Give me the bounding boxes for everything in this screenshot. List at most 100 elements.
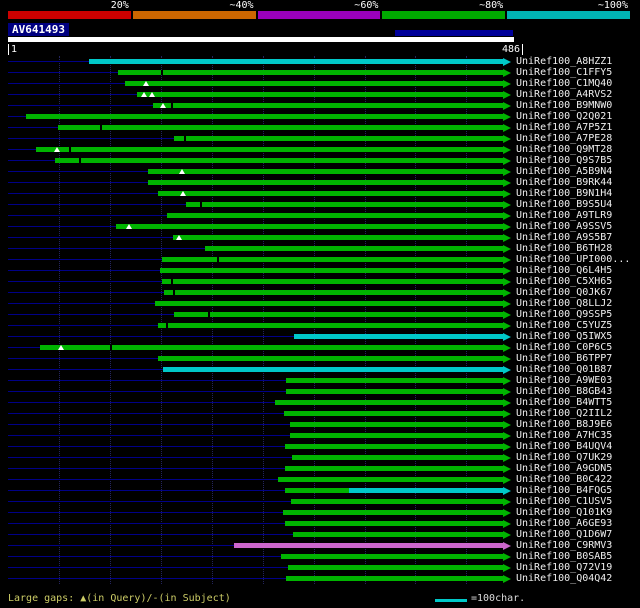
hit-label[interactable]: UniRef100_C1USV5 [516,496,612,507]
hit-label[interactable]: UniRef100_Q9MT28 [516,144,612,155]
hit-label[interactable]: UniRef100_B9RK44 [516,177,612,188]
alignment-bar[interactable] [286,378,503,383]
hit-label[interactable]: UniRef100_C5XH65 [516,276,612,287]
hit-label[interactable]: UniRef100_Q6L4H5 [516,265,612,276]
alignment-bar[interactable] [118,70,503,75]
hit-label[interactable]: UniRef100_A9SSV5 [516,221,612,232]
hit-label[interactable]: UniRef100_Q101K9 [516,507,612,518]
alignment-bar[interactable] [283,510,503,515]
hit-label[interactable]: UniRef100_B9N1H4 [516,188,612,199]
hit-label[interactable]: UniRef100_B4WTT5 [516,397,612,408]
hit-label[interactable]: UniRef100_B8GB43 [516,386,612,397]
alignment-bar[interactable] [57,125,503,130]
hit-label[interactable]: UniRef100_Q04Q42 [516,573,612,584]
alignment-bar[interactable] [154,301,503,306]
alignment-bar[interactable] [157,323,503,328]
hit-label[interactable]: UniRef100_A4RVS2 [516,89,612,100]
alignment-bar[interactable] [291,499,503,504]
alignment-bar[interactable] [26,114,503,119]
alignment-bar[interactable] [286,576,503,581]
hit-label[interactable]: UniRef100_Q01B87 [516,364,612,375]
hit-label[interactable]: UniRef100_B9S5U4 [516,199,612,210]
hit-label[interactable]: UniRef100_Q72V19 [516,562,612,573]
alignment-bar[interactable] [162,367,503,372]
hit-label[interactable]: UniRef100_C5YUZ5 [516,320,612,331]
hit-row [8,56,514,67]
alignment-bar[interactable] [186,202,503,207]
hit-label[interactable]: UniRef100_A8HZZ1 [516,56,612,67]
hit-label[interactable]: UniRef100_Q5IWX5 [516,331,612,342]
hit-label[interactable]: UniRef100_Q1D6W7 [516,529,612,540]
scale-segment-20 [8,11,131,19]
alignment-bar[interactable] [284,411,503,416]
alignment-bar[interactable] [157,191,503,196]
hit-label[interactable]: UniRef100_C0P6C5 [516,342,612,353]
alignment-bar[interactable] [173,235,503,240]
alignment-bar[interactable] [290,433,503,438]
hit-label[interactable]: UniRef100_UPI000... [516,254,630,265]
alignment-bar[interactable] [125,81,503,86]
hit-label[interactable]: UniRef100_Q8LLJ2 [516,298,612,309]
alignment-bar[interactable] [116,224,503,229]
alignment-bar[interactable] [234,543,503,548]
alignment-bar[interactable] [159,268,503,273]
hit-label[interactable]: UniRef100_C1MQ40 [516,78,612,89]
hit-label[interactable]: UniRef100_B6TPP7 [516,353,612,364]
hit-label[interactable]: UniRef100_Q2IIL2 [516,408,612,419]
alignment-bar[interactable] [285,488,350,493]
alignment-bar[interactable] [294,334,503,339]
alignment-bar[interactable] [285,444,503,449]
alignment-bar[interactable] [157,356,503,361]
alignment-bar[interactable] [161,257,503,262]
alignment-bar[interactable] [349,488,503,493]
alignment-bar[interactable] [163,290,503,295]
alignment-bar[interactable] [286,389,503,394]
alignment-bar[interactable] [174,136,503,141]
alignment-bar[interactable] [290,422,503,427]
alignment-bar[interactable] [174,312,503,317]
alignment-bar[interactable] [293,532,503,537]
hit-label[interactable]: UniRef100_Q0JK67 [516,287,612,298]
alignment-bar[interactable] [35,147,503,152]
hit-label[interactable]: UniRef100_C1FFY5 [516,67,612,78]
hit-label[interactable]: UniRef100_A9GDN5 [516,463,612,474]
hit-label[interactable]: UniRef100_A9WE03 [516,375,612,386]
hit-label[interactable]: UniRef100_B0C422 [516,474,612,485]
alignment-bar[interactable] [288,565,503,570]
alignment-bar[interactable] [147,180,503,185]
hit-label[interactable]: UniRef100_B4UQV4 [516,441,612,452]
alignment-bar[interactable] [285,466,503,471]
alignment-bar[interactable] [54,158,503,163]
hit-label[interactable]: UniRef100_B8J9E6 [516,419,612,430]
hit-label[interactable]: UniRef100_A7HC35 [516,430,612,441]
hit-label[interactable]: UniRef100_C9RMV3 [516,540,612,551]
hit-label[interactable]: UniRef100_Q7UK29 [516,452,612,463]
hit-label[interactable]: UniRef100_A7P5Z1 [516,122,612,133]
hit-label[interactable]: UniRef100_A5B9N4 [516,166,612,177]
alignment-bar[interactable] [161,279,503,284]
alignment-bar[interactable] [88,59,503,64]
hit-label[interactable]: UniRef100_B6TH28 [516,243,612,254]
alignment-bar[interactable] [281,554,503,559]
alignment-bar[interactable] [166,213,503,218]
alignment-bar[interactable] [152,103,503,108]
alignment-bar[interactable] [292,455,503,460]
hit-label[interactable]: UniRef100_A6GE93 [516,518,612,529]
hit-label[interactable]: UniRef100_A9S5B7 [516,232,612,243]
alignment-bar[interactable] [147,169,503,174]
hit-label[interactable]: UniRef100_B4FQG5 [516,485,612,496]
alignment-bar[interactable] [137,92,503,97]
hit-arrowhead-icon [503,410,511,418]
hit-label[interactable]: UniRef100_Q9S7B5 [516,155,612,166]
alignment-bar[interactable] [274,400,503,405]
hit-label[interactable]: UniRef100_B0SAB5 [516,551,612,562]
scale-label-80: ~80% [479,0,504,11]
hit-label[interactable]: UniRef100_Q9SSP5 [516,309,612,320]
hit-label[interactable]: UniRef100_A7PE28 [516,133,612,144]
alignment-bar[interactable] [204,246,503,251]
hit-label[interactable]: UniRef100_B9MNW0 [516,100,612,111]
alignment-bar[interactable] [277,477,503,482]
hit-label[interactable]: UniRef100_Q2Q021 [516,111,612,122]
hit-label[interactable]: UniRef100_A9TLR9 [516,210,612,221]
alignment-bar[interactable] [285,521,503,526]
